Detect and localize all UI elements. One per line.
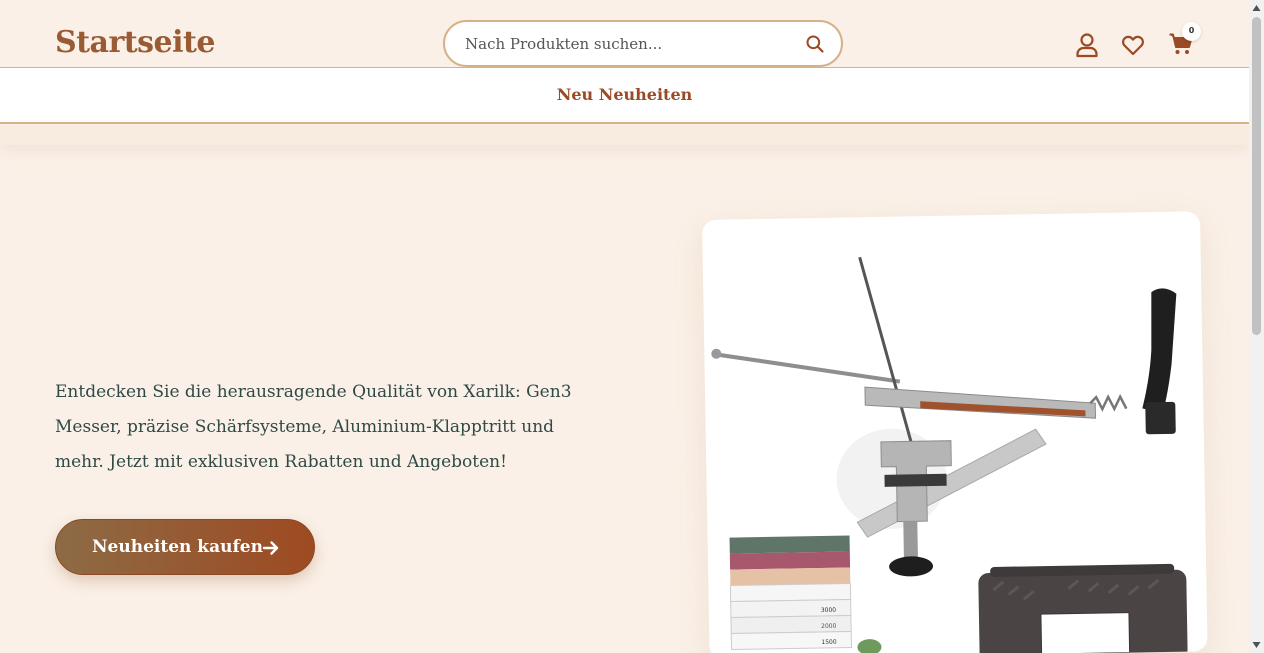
site-logo[interactable]: Startseite bbox=[55, 24, 215, 62]
nav-link-new[interactable]: Neu Neuheiten bbox=[0, 85, 1249, 104]
search-bar bbox=[443, 20, 843, 67]
knife-sharpener-kit-image: 3000 2000 1500 bbox=[711, 256, 1188, 653]
sharpening-stones: 3000 2000 1500 bbox=[729, 535, 852, 651]
page-scrollbar[interactable] bbox=[1249, 0, 1264, 653]
shop-new-button-label: Neuheiten kaufen bbox=[92, 537, 263, 557]
stone-label-3000: 3000 bbox=[821, 607, 837, 614]
shop-new-button[interactable]: Neuheiten kaufen bbox=[55, 519, 315, 575]
arrow-right-icon bbox=[262, 541, 279, 555]
scrollbar-thumb[interactable] bbox=[1252, 17, 1261, 335]
product-image-card[interactable]: 3000 2000 1500 bbox=[702, 211, 1208, 653]
stone-label-1500: 1500 bbox=[821, 639, 837, 646]
carry-case bbox=[978, 563, 1188, 653]
user-icon[interactable] bbox=[1074, 32, 1100, 58]
scroll-down-icon[interactable] bbox=[1252, 640, 1261, 649]
nav-shadow bbox=[0, 125, 1249, 145]
site-header: Startseite 0 bbox=[0, 0, 1249, 68]
scroll-up-icon[interactable] bbox=[1252, 4, 1261, 13]
heart-icon[interactable] bbox=[1120, 32, 1146, 58]
hero-description: Entdecken Sie die herausragende Qualität… bbox=[55, 382, 572, 472]
search-input[interactable] bbox=[465, 32, 795, 56]
stone-label-2000: 2000 bbox=[821, 623, 837, 630]
search-icon[interactable] bbox=[805, 34, 825, 54]
cart-count-badge: 0 bbox=[1182, 22, 1201, 41]
main-nav: Neu Neuheiten bbox=[0, 68, 1249, 124]
